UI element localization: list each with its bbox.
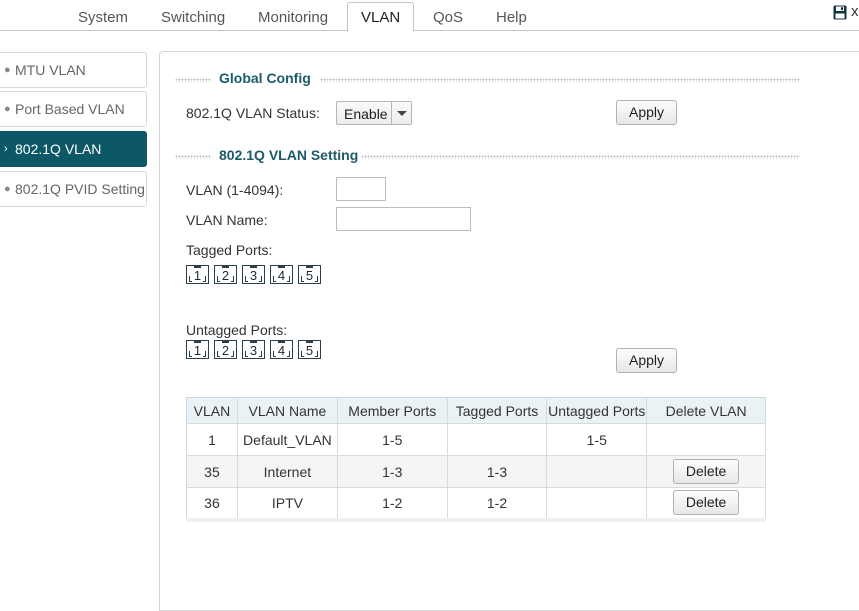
untagged-ports-cell bbox=[546, 487, 648, 522]
global-config-header: Global Config bbox=[175, 70, 800, 90]
table-row: 35 Internet 1-3 1-3 Delete bbox=[186, 455, 766, 488]
vlan-setting-apply-button[interactable]: Apply bbox=[616, 348, 677, 373]
sidebar-item-mtu-vlan[interactable]: ● MTU VLAN bbox=[0, 52, 147, 88]
delete-cell: Delete bbox=[646, 455, 766, 488]
sidebar-item-label: 802.1Q VLAN bbox=[15, 141, 102, 157]
bullet-icon: ● bbox=[4, 64, 11, 76]
vlan-id-label: VLAN (1-4094): bbox=[186, 182, 284, 198]
tab-vlan[interactable]: VLAN bbox=[347, 2, 415, 32]
vlan-setting-header: 802.1Q VLAN Setting bbox=[175, 147, 800, 167]
sidebar-item-port-based-vlan[interactable]: ● Port Based VLAN bbox=[0, 91, 147, 127]
column-header: Member Ports bbox=[337, 397, 448, 424]
untagged-ports-cell: 1-5 bbox=[546, 423, 648, 456]
member-ports-cell: 1-2 bbox=[337, 487, 448, 522]
close-icon[interactable]: x bbox=[851, 3, 859, 20]
member-ports-cell: 1-5 bbox=[337, 423, 448, 456]
column-header: VLAN Name bbox=[237, 397, 338, 424]
sidebar-item-label: 802.1Q PVID Setting bbox=[15, 181, 145, 197]
chevron-right-icon: › bbox=[4, 143, 8, 155]
tagged-ports-cell: 1-3 bbox=[447, 455, 548, 488]
vlan-id-cell: 1 bbox=[186, 423, 238, 456]
untagged-port-4[interactable]: 4 bbox=[270, 340, 293, 359]
chevron-down-icon[interactable] bbox=[391, 102, 411, 124]
untagged-ports-cell bbox=[546, 455, 648, 488]
delete-vlan-36-button[interactable]: Delete bbox=[673, 490, 740, 516]
global-apply-button[interactable]: Apply bbox=[616, 100, 677, 125]
vlan-name-cell: Default_VLAN bbox=[237, 423, 338, 456]
member-ports-cell: 1-3 bbox=[337, 455, 448, 488]
vlan-id-input[interactable] bbox=[336, 177, 386, 201]
dotted-divider bbox=[175, 155, 211, 159]
vlan-name-input[interactable] bbox=[336, 207, 471, 231]
untagged-ports-label: Untagged Ports: bbox=[186, 322, 288, 338]
column-header: Tagged Ports bbox=[447, 397, 548, 424]
table-row: 1 Default_VLAN 1-5 1-5 bbox=[186, 423, 766, 456]
table-row: 36 IPTV 1-2 1-2 Delete bbox=[186, 487, 766, 522]
delete-cell: Delete bbox=[646, 487, 766, 522]
tagged-ports-cell bbox=[447, 423, 548, 456]
dotted-divider bbox=[175, 78, 211, 82]
vlan-status-value: Enable bbox=[344, 106, 388, 122]
save-icon[interactable] bbox=[833, 5, 847, 20]
untagged-port-5[interactable]: 5 bbox=[298, 340, 321, 359]
section-title: Global Config bbox=[219, 70, 311, 86]
sidebar-item-8021q-pvid-setting[interactable]: ● 802.1Q PVID Setting bbox=[0, 171, 147, 207]
vlan-status-select[interactable]: Enable bbox=[336, 101, 412, 125]
column-header: Untagged Ports bbox=[546, 397, 648, 424]
tab-qos[interactable]: QoS bbox=[433, 9, 463, 26]
tagged-ports-cell: 1-2 bbox=[447, 487, 548, 522]
tab-switching[interactable]: Switching bbox=[161, 9, 225, 26]
tagged-port-2[interactable]: 2 bbox=[214, 265, 237, 284]
dotted-divider bbox=[361, 155, 800, 159]
tagged-port-1[interactable]: 1 bbox=[186, 265, 209, 284]
vlan-name-cell: IPTV bbox=[237, 487, 338, 522]
sidebar-item-8021q-vlan[interactable]: › 802.1Q VLAN bbox=[0, 131, 147, 167]
delete-cell bbox=[646, 423, 766, 456]
tab-system[interactable]: System bbox=[78, 9, 128, 26]
tagged-port-3[interactable]: 3 bbox=[242, 265, 265, 284]
vlan-table: VLAN VLAN Name Member Ports Tagged Ports… bbox=[186, 397, 766, 522]
vlan-id-cell: 35 bbox=[186, 455, 238, 488]
vlan-id-cell: 36 bbox=[186, 487, 238, 522]
vlan-name-label: VLAN Name: bbox=[186, 212, 268, 228]
tab-help[interactable]: Help bbox=[496, 9, 527, 26]
untagged-port-3[interactable]: 3 bbox=[242, 340, 265, 359]
tagged-ports-label: Tagged Ports: bbox=[186, 242, 273, 258]
column-header: VLAN bbox=[186, 397, 238, 424]
sidebar-item-label: Port Based VLAN bbox=[15, 101, 125, 117]
top-navigation: System Switching Monitoring VLAN QoS Hel… bbox=[0, 0, 859, 32]
bullet-icon: ● bbox=[4, 183, 11, 195]
delete-vlan-35-button[interactable]: Delete bbox=[673, 459, 740, 484]
section-title: 802.1Q VLAN Setting bbox=[219, 147, 359, 163]
untagged-port-1[interactable]: 1 bbox=[186, 340, 209, 359]
dotted-divider bbox=[320, 78, 800, 82]
column-header: Delete VLAN bbox=[646, 397, 766, 424]
tab-monitoring[interactable]: Monitoring bbox=[258, 9, 328, 26]
vlan-name-cell: Internet bbox=[237, 455, 338, 488]
bullet-icon: ● bbox=[4, 103, 11, 115]
tagged-port-4[interactable]: 4 bbox=[270, 265, 293, 284]
table-header-row: VLAN VLAN Name Member Ports Tagged Ports… bbox=[186, 397, 766, 424]
vlan-status-label: 802.1Q VLAN Status: bbox=[186, 105, 320, 121]
tagged-port-5[interactable]: 5 bbox=[298, 265, 321, 284]
sidebar-item-label: MTU VLAN bbox=[15, 62, 86, 78]
untagged-port-2[interactable]: 2 bbox=[214, 340, 237, 359]
